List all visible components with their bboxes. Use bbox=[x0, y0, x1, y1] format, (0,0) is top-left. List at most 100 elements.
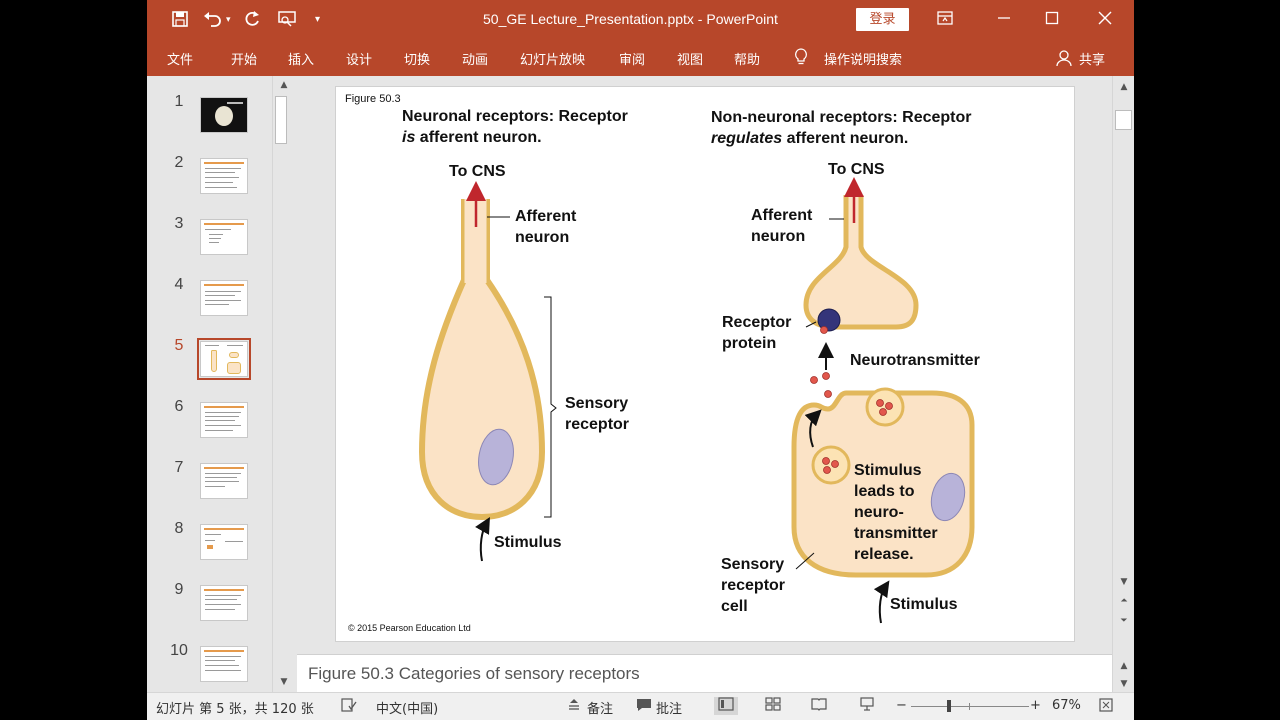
thumbnails-scrollbar[interactable]: ▲ ▼ bbox=[272, 76, 289, 692]
zoom-slider-handle[interactable] bbox=[947, 700, 951, 712]
normal-view-icon[interactable] bbox=[714, 697, 738, 715]
zoom-level[interactable]: 67% bbox=[1052, 698, 1081, 713]
reading-view-icon[interactable] bbox=[807, 697, 831, 715]
thumb-number-active: 5 bbox=[174, 337, 184, 354]
title-bar: ▾ ▾ 50_GE Lecture_Presentation.pptx - Po… bbox=[147, 0, 1134, 40]
thumb-number: 8 bbox=[174, 520, 184, 537]
right-title-emphasis: regulates bbox=[711, 130, 783, 147]
afferent-right-label-1: Afferent bbox=[751, 207, 813, 224]
lightbulb-icon[interactable] bbox=[793, 48, 809, 70]
slide-thumbnail-4[interactable] bbox=[200, 280, 248, 316]
stimulus-leads-line: Stimulus bbox=[854, 462, 922, 479]
slide-thumbnail-1[interactable] bbox=[200, 97, 248, 133]
zoom-slider[interactable] bbox=[911, 700, 1029, 712]
slide-scrollbar[interactable]: ▲ ▼ ⏶ ⏷ ▲ ▼ bbox=[1112, 76, 1134, 692]
notes-text[interactable]: Figure 50.3 Categories of sensory recept… bbox=[308, 664, 640, 684]
save-icon[interactable] bbox=[171, 10, 189, 33]
tab-view[interactable]: 视图 bbox=[677, 49, 703, 68]
powerpoint-window: ▾ ▾ 50_GE Lecture_Presentation.pptx - Po… bbox=[147, 0, 1134, 720]
language-indicator[interactable]: 中文(中国) bbox=[376, 698, 438, 717]
slide-count: 幻灯片 第 5 张，共 120 张 bbox=[156, 702, 314, 717]
slide-sorter-icon[interactable] bbox=[761, 697, 785, 715]
previous-slide-icon[interactable]: ⏶ bbox=[1116, 594, 1132, 608]
redo-icon[interactable] bbox=[243, 10, 261, 33]
thumb-number: 1 bbox=[174, 93, 184, 110]
comments-button[interactable]: 批注 bbox=[656, 698, 682, 717]
maximize-icon[interactable] bbox=[1040, 8, 1064, 32]
scroll-down-icon[interactable]: ▼ bbox=[1116, 575, 1132, 589]
close-icon[interactable] bbox=[1093, 8, 1117, 32]
left-title-rest: afferent neuron. bbox=[415, 129, 542, 146]
thumb-number: 9 bbox=[174, 581, 184, 598]
notes-scroll-down-icon[interactable]: ▼ bbox=[1116, 677, 1132, 691]
thumb-number: 6 bbox=[174, 398, 184, 415]
left-title-line1: Neuronal receptors: Receptor bbox=[402, 108, 628, 125]
minimize-icon[interactable] bbox=[992, 8, 1016, 32]
scroll-thumb[interactable] bbox=[275, 96, 287, 144]
login-button[interactable]: 登录 bbox=[856, 8, 909, 31]
slide-canvas[interactable]: Figure 50.3 Neuronal receptors: Receptor… bbox=[335, 86, 1075, 642]
slide-thumbnail-5[interactable] bbox=[197, 338, 251, 380]
slideshow-icon[interactable] bbox=[277, 10, 297, 33]
customize-icon[interactable]: ▾ bbox=[315, 10, 320, 30]
tell-me-search[interactable]: 操作说明搜索 bbox=[824, 49, 902, 68]
notes-icon[interactable] bbox=[567, 698, 581, 716]
figure-label: Figure 50.3 bbox=[345, 93, 401, 105]
scroll-thumb[interactable] bbox=[1115, 110, 1132, 130]
comments-icon[interactable] bbox=[636, 698, 652, 716]
zoom-in-icon[interactable]: + bbox=[1030, 698, 1041, 713]
receptor-protein-label-2: protein bbox=[722, 335, 777, 352]
afferent-right-label-2: neuron bbox=[751, 228, 806, 245]
slideshow-view-icon[interactable] bbox=[855, 697, 879, 715]
slide-thumbnail-8[interactable] bbox=[200, 524, 248, 560]
document-title: 50_GE Lecture_Presentation.pptx - PowerP… bbox=[483, 11, 778, 27]
slide-editor: Figure 50.3 Neuronal receptors: Receptor… bbox=[297, 76, 1112, 654]
tab-transitions[interactable]: 切换 bbox=[404, 49, 430, 68]
slide-thumbnail-3[interactable] bbox=[200, 219, 248, 255]
slide-thumbnail-10[interactable] bbox=[200, 646, 248, 682]
sensory-cell-label: cell bbox=[721, 598, 748, 615]
tab-design[interactable]: 设计 bbox=[346, 49, 372, 68]
tab-insert[interactable]: 插入 bbox=[288, 49, 314, 68]
sensory-receptor-label-2: receptor bbox=[565, 416, 630, 433]
tab-animations[interactable]: 动画 bbox=[462, 49, 488, 68]
to-cns-left-label: To CNS bbox=[449, 163, 506, 180]
ribbon-display-icon[interactable] bbox=[933, 8, 957, 32]
thumb-number: 4 bbox=[174, 276, 184, 293]
next-slide-icon[interactable]: ⏷ bbox=[1116, 614, 1132, 628]
slide-thumbnail-2[interactable] bbox=[200, 158, 248, 194]
scroll-up-icon[interactable]: ▲ bbox=[276, 78, 292, 92]
slide-thumbnail-6[interactable] bbox=[200, 402, 248, 438]
notes-button[interactable]: 备注 bbox=[587, 698, 613, 717]
share-button[interactable]: 共享 bbox=[1079, 49, 1105, 68]
tab-file[interactable]: 文件 bbox=[167, 49, 193, 68]
afferent-left-label-1: Afferent bbox=[515, 208, 577, 225]
thumb-number: 2 bbox=[174, 154, 184, 171]
slide-thumbnail-7[interactable] bbox=[200, 463, 248, 499]
copyright-notice: © 2015 Pearson Education Ltd bbox=[348, 623, 471, 633]
status-bar: 幻灯片 第 5 张，共 120 张 中文(中国) 备注 批注 − + 67% bbox=[147, 692, 1134, 720]
notes-scroll-up-icon[interactable]: ▲ bbox=[1116, 659, 1132, 673]
tab-home[interactable]: 开始 bbox=[231, 49, 257, 68]
zoom-out-icon[interactable]: − bbox=[896, 698, 907, 713]
tab-review[interactable]: 审阅 bbox=[619, 49, 645, 68]
neurotransmitter-label: Neurotransmitter bbox=[850, 352, 980, 369]
sensory-cell-label: receptor bbox=[721, 577, 786, 594]
undo-icon[interactable] bbox=[203, 10, 223, 33]
slide-thumbnail-9[interactable] bbox=[200, 585, 248, 621]
left-title-emphasis: is bbox=[402, 129, 416, 146]
fit-to-window-icon[interactable] bbox=[1099, 698, 1113, 716]
share-user-icon[interactable] bbox=[1056, 49, 1072, 71]
tab-slideshow[interactable]: 幻灯片放映 bbox=[520, 49, 585, 68]
notes-pane[interactable]: Figure 50.3 Categories of sensory recept… bbox=[297, 654, 1112, 692]
right-title-line2: regulates afferent neuron. bbox=[711, 130, 908, 148]
scroll-up-icon[interactable]: ▲ bbox=[1116, 80, 1132, 94]
undo-dropdown-icon[interactable]: ▾ bbox=[226, 10, 231, 30]
spellcheck-icon[interactable] bbox=[341, 697, 357, 717]
scroll-down-icon[interactable]: ▼ bbox=[276, 675, 292, 689]
right-title-line1: Non-neuronal receptors: Receptor bbox=[711, 109, 972, 126]
stimulus-leads-line: leads to bbox=[854, 483, 915, 500]
tab-help[interactable]: 帮助 bbox=[734, 49, 760, 68]
afferent-left-label-2: neuron bbox=[515, 229, 570, 246]
slide-thumbnails-pane: 1 2 3 4 5 6 7 8 9 10 ▲ ▼ bbox=[147, 76, 292, 692]
